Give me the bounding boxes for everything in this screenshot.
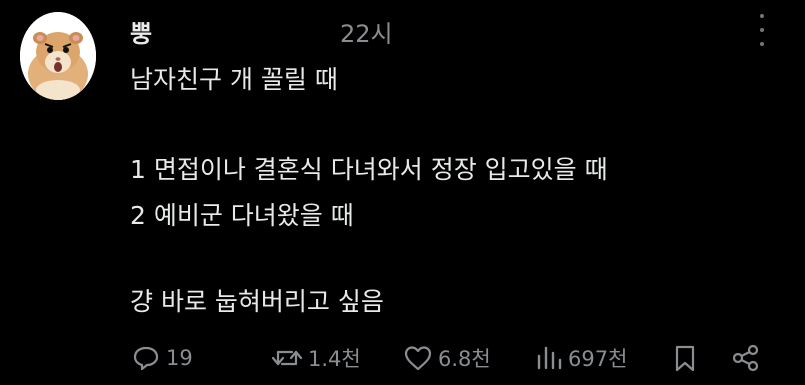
username[interactable]: 뿡	[130, 14, 152, 49]
avatar[interactable]	[20, 12, 96, 100]
like-button[interactable]: 6.8천	[402, 340, 491, 376]
reply-icon	[133, 346, 159, 371]
more-icon[interactable]	[755, 14, 769, 46]
share-icon	[732, 344, 759, 372]
hamster-avatar-image	[20, 12, 96, 100]
views-button[interactable]: 697천	[534, 340, 627, 376]
heart-icon	[404, 346, 432, 371]
post-text-line-3: 2 예비군 다녀왔을 때	[130, 201, 354, 230]
post: 뿡 22시 남자친구 개 꼴릴 때 1 면접이나 결혼식 다녀와서 정장 입고있…	[0, 0, 805, 385]
post-text-line-2: 1 면접이나 결혼식 다녀와서 정장 입고있을 때	[130, 155, 608, 184]
bookmark-icon	[675, 345, 695, 372]
bookmark-button[interactable]	[670, 340, 700, 376]
view-count: 697천	[568, 347, 628, 371]
like-count: 6.8천	[438, 347, 491, 371]
post-time: 22시	[340, 20, 393, 48]
views-icon	[537, 346, 562, 370]
repost-icon	[271, 350, 303, 366]
post-text-line-1: 남자친구 개 꼴릴 때	[130, 65, 338, 94]
post-text-line-4: 걍 바로 눕혀버리고 싶음	[130, 287, 384, 316]
repost-count: 1.4천	[308, 347, 361, 371]
repost-button[interactable]: 1.4천	[270, 340, 361, 376]
action-bar: 19 1.4천 6.8천 697천	[130, 340, 770, 376]
reply-button[interactable]: 19	[130, 340, 193, 376]
reply-count: 19	[166, 346, 193, 370]
share-button[interactable]	[730, 340, 762, 376]
